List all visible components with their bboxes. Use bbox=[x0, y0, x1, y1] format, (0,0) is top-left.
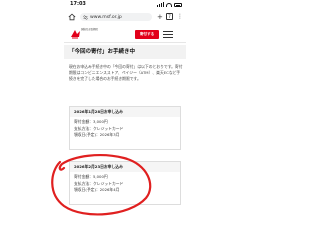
url-text: www.msf.or.jp bbox=[90, 14, 122, 20]
more-menu-icon[interactable]: ⋮ bbox=[177, 13, 183, 21]
status-time: 17:03 bbox=[70, 1, 86, 7]
hamburger-menu-icon[interactable] bbox=[163, 30, 173, 39]
donation-card: 2026年2月23日お申し込み 寄付金額：5,000円 支払方法：クレジットカー… bbox=[69, 161, 181, 205]
signal-icon bbox=[157, 2, 164, 7]
bottom-blank-area bbox=[64, 214, 186, 250]
battery-icon bbox=[174, 2, 182, 7]
new-tab-icon[interactable]: + bbox=[157, 13, 163, 21]
donate-button[interactable]: 寄付する bbox=[135, 30, 159, 39]
logo-text: 国境なき医師団 bbox=[81, 28, 98, 31]
status-icons bbox=[157, 2, 182, 7]
home-icon[interactable] bbox=[68, 13, 76, 21]
donation-card: 2026年1月28日お申し込み 寄付金額：3,000円 支払方法：クレジットカー… bbox=[69, 106, 181, 150]
intro-text: 現在お申込み手続き中の「今回の寄付」は以下のとおりです。寄付期限はコンビニエンス… bbox=[69, 64, 183, 81]
donation-card-heading: 2026年2月23日お申し込み bbox=[70, 162, 180, 172]
donation-card-heading: 2026年1月28日お申し込み bbox=[70, 107, 180, 117]
phone-screen: 17:03 www.msf.or.jp + 7 ⋮ 国境なき医師団 寄付する 「… bbox=[64, 0, 186, 250]
page-title: 「今回の寄付」お手続き中 bbox=[64, 45, 186, 59]
receipt-date: 領収日(予定)：2026年4月 bbox=[74, 187, 120, 192]
browser-toolbar: www.msf.or.jp + 7 ⋮ bbox=[64, 12, 186, 22]
site-header: 国境なき医師団 寄付する bbox=[64, 25, 186, 43]
status-bar: 17:03 bbox=[64, 0, 186, 10]
site-info-icon[interactable] bbox=[83, 14, 88, 20]
address-bar[interactable]: www.msf.or.jp bbox=[80, 13, 152, 21]
receipt-date: 領収日(予定)：2026年3月 bbox=[74, 132, 120, 137]
wifi-icon bbox=[166, 2, 172, 7]
tab-switcher-icon[interactable]: 7 bbox=[166, 13, 173, 20]
